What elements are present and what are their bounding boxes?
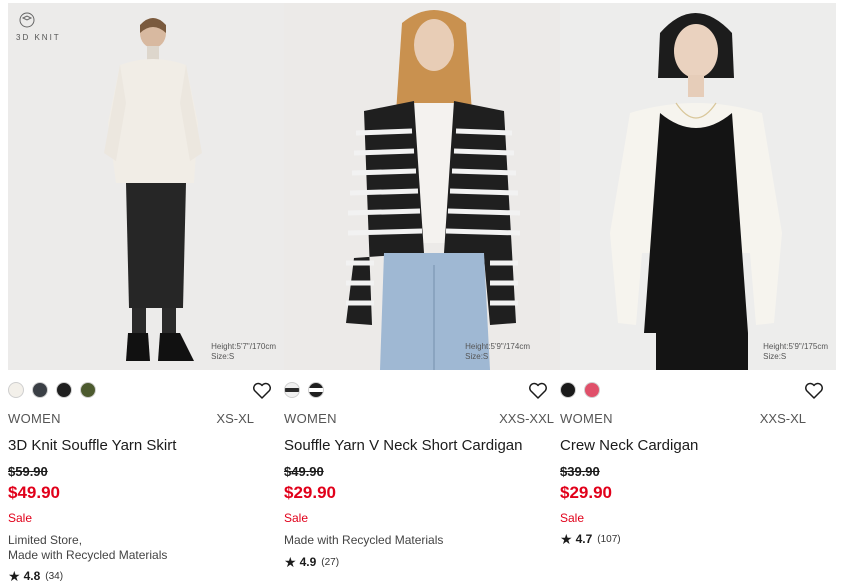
product-card[interactable]: Height:5'9"/174cm Size:S WOMEN XXS-XXL S… [284,0,560,585]
model-info: Height:5'7"/170cm Size:S [211,342,276,362]
heart-outline-icon[interactable] [804,382,824,400]
size-range: XS-XL [216,411,254,426]
original-price: $39.90 [560,464,600,479]
sale-price: $29.90 [560,483,612,502]
color-swatch[interactable] [584,382,600,398]
gender-label: WOMEN [284,411,337,426]
color-swatch[interactable] [308,382,324,398]
star-icon: ★ [8,568,21,584]
sale-price: $49.90 [8,483,60,502]
product-name[interactable]: 3D Knit Souffle Yarn Skirt [8,437,176,454]
review-count: (107) [597,533,621,545]
model-size: Size:S [465,352,489,361]
model-size: Size:S [763,352,787,361]
product-name[interactable]: Souffle Yarn V Neck Short Cardigan [284,437,522,454]
star-icon: ★ [560,531,573,547]
sale-label: Sale [8,511,33,525]
rating: ★ 4.9 (27) [284,555,339,569]
product-card[interactable]: 3D KNIT Height:5'7"/170cm Size:S WOMEN X… [8,0,284,585]
product-image[interactable]: Height:5'9"/174cm Size:S [284,3,560,370]
color-swatches [560,382,600,398]
badge-text: 3D KNIT [16,33,61,42]
heart-outline-icon[interactable] [528,382,548,400]
review-count: (27) [321,556,340,568]
flag-text: Made with Recycled Materials [8,548,168,562]
gender-label: WOMEN [8,411,61,426]
original-price: $49.90 [284,464,324,479]
product-image[interactable]: 3D KNIT Height:5'7"/170cm Size:S [8,3,284,370]
rating-value: 4.8 [23,569,41,583]
color-swatch[interactable] [8,382,24,398]
product-flags: Limited Store, Made with Recycled Materi… [8,533,167,563]
color-swatches [284,382,324,398]
model-height: Height:5'7"/170cm [211,342,276,351]
model-info: Height:5'9"/175cm Size:S [763,342,828,362]
product-image[interactable]: Height:5'9"/175cm Size:S [560,3,836,370]
rating-value: 4.9 [299,555,317,569]
review-count: (34) [45,570,64,582]
rating-value: 4.7 [575,532,593,546]
flag-text: Limited Store, [8,533,83,547]
size-range: XXS-XL [759,411,806,426]
gender-label: WOMEN [560,411,613,426]
color-swatch[interactable] [560,382,576,398]
3d-knit-logo-icon [19,12,35,28]
sale-label: Sale [284,511,309,525]
color-swatch[interactable] [32,382,48,398]
model-height: Height:5'9"/174cm [465,342,530,351]
heart-outline-icon[interactable] [252,382,272,400]
color-swatch[interactable] [56,382,72,398]
rating: ★ 4.8 (34) [8,569,63,583]
star-icon: ★ [284,554,297,570]
rating: ★ 4.7 (107) [560,532,621,546]
color-swatches [8,382,96,398]
product-flags: Made with Recycled Materials [284,533,443,548]
sale-label: Sale [560,511,585,525]
original-price: $59.90 [8,464,48,479]
sale-price: $29.90 [284,483,336,502]
model-size: Size:S [211,352,235,361]
model-info: Height:5'9"/174cm Size:S [465,342,530,362]
flag-text: Made with Recycled Materials [284,533,444,547]
color-swatch[interactable] [80,382,96,398]
size-range: XXS-XXL [499,411,554,426]
color-swatch[interactable] [284,382,300,398]
product-card[interactable]: Height:5'9"/175cm Size:S WOMEN XXS-XL Cr… [560,0,836,585]
product-name[interactable]: Crew Neck Cardigan [560,437,698,454]
model-height: Height:5'9"/175cm [763,342,828,351]
